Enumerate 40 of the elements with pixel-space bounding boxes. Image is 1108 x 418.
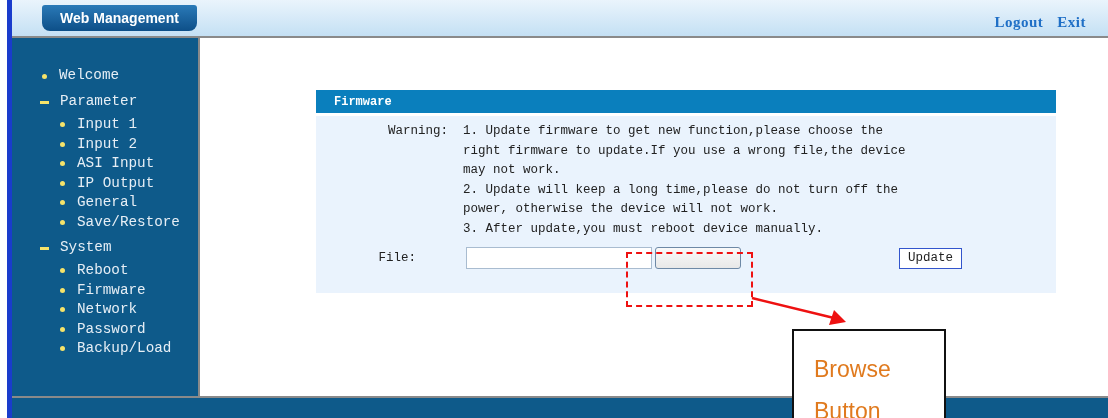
warning-label: Warning: — [387, 123, 449, 140]
sidebar-item[interactable]: Input 1 — [77, 114, 138, 136]
bullet-icon — [60, 161, 65, 167]
panel-title: Firmware — [316, 90, 1056, 113]
sidebar-group[interactable]: Parameter — [60, 91, 138, 113]
warning-text: 2. Update will keep a long time,please do not turn off the power, otherwise the device will not work. — [463, 181, 900, 218]
collapse-icon[interactable] — [40, 246, 49, 250]
bullet-icon — [60, 141, 65, 147]
sidebar-item[interactable]: IP Output — [77, 172, 155, 194]
bullet-icon — [42, 73, 47, 79]
sidebar-item[interactable]: Firmware — [77, 279, 146, 301]
bullet-icon — [60, 287, 65, 293]
sidebar-item[interactable]: Welcome — [59, 65, 120, 87]
collapse-icon[interactable] — [40, 100, 49, 104]
file-path-field[interactable] — [466, 247, 652, 269]
header-link[interactable]: Exit — [1057, 11, 1086, 34]
file-label: File: — [377, 249, 417, 267]
sidebar-item[interactable]: Reboot — [77, 260, 129, 282]
bullet-icon — [60, 268, 65, 274]
app-title: Web Management — [42, 5, 197, 31]
sidebar-item[interactable]: Backup/Load — [77, 338, 172, 360]
bullet-icon — [60, 326, 65, 332]
sidebar-item[interactable]: Password — [77, 318, 146, 340]
header-link[interactable]: Logout — [994, 11, 1044, 34]
sidebar-item[interactable]: General — [77, 192, 138, 214]
warning-text: 3. After update,you must reboot device manually. — [463, 220, 825, 238]
warning-text: 1. Update firmware to get new function,please choose the right firmware to update.If you use a wrong file,the device may not work. — [463, 123, 907, 179]
bullet-icon — [60, 122, 65, 128]
bullet-icon — [60, 219, 65, 225]
sidebar-item[interactable]: Input 2 — [77, 133, 138, 155]
update-button[interactable]: Update — [899, 247, 962, 269]
bullet-icon — [60, 346, 65, 352]
sidebar-group[interactable]: System — [60, 237, 112, 259]
browse-button[interactable] — [655, 247, 741, 269]
sidebar-item[interactable]: ASI Input — [77, 153, 155, 175]
bullet-icon — [60, 180, 65, 186]
bullet-icon — [60, 307, 65, 313]
sidebar-item[interactable]: Save/Restore — [77, 211, 180, 233]
sidebar-item[interactable]: Network — [77, 299, 138, 321]
bullet-icon — [60, 200, 65, 206]
